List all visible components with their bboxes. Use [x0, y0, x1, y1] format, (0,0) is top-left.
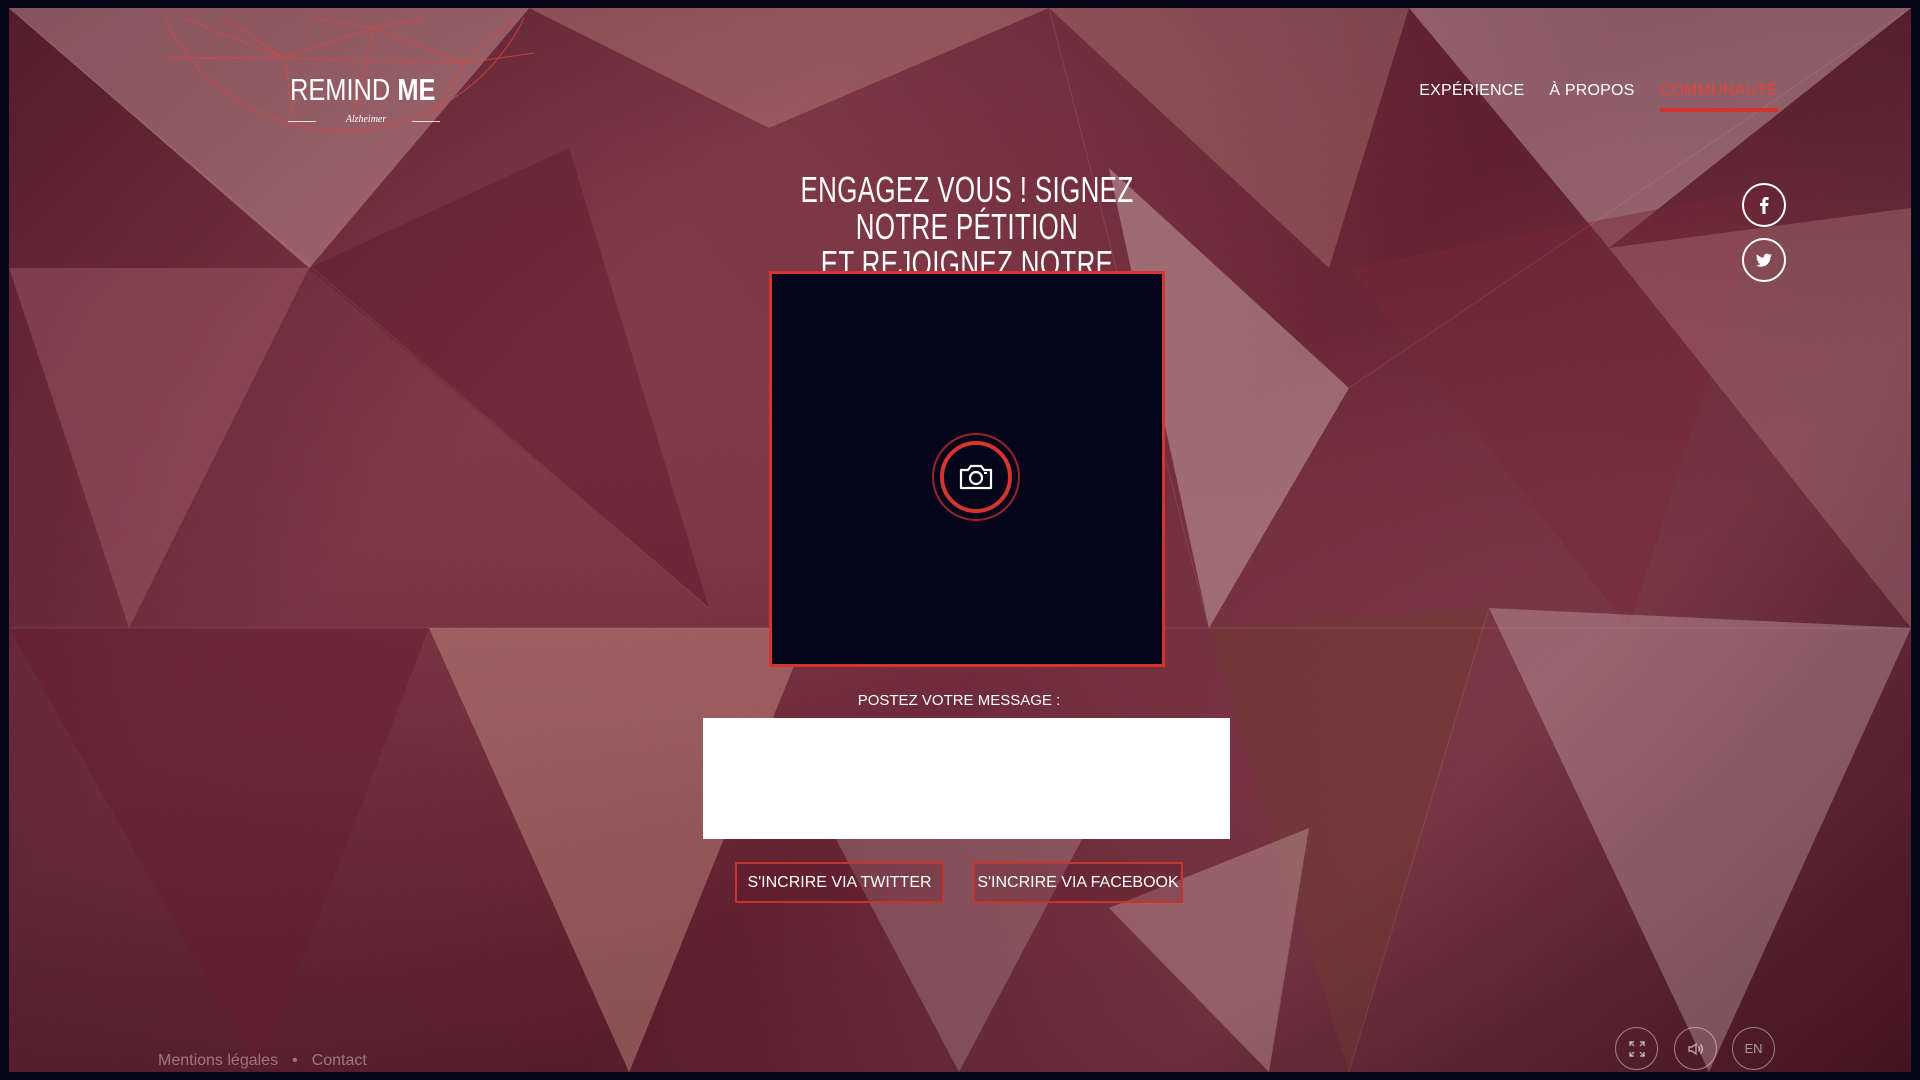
sound-icon [1687, 1042, 1703, 1055]
fullscreen-icon [1628, 1040, 1645, 1057]
nav-item-a-propos[interactable]: À PROPOS [1549, 82, 1634, 112]
nav-item-communaute[interactable]: COMMUNAUTÉ [1659, 82, 1778, 112]
footer-links: Mentions légales • Contact [158, 1052, 367, 1070]
camera-icon [959, 464, 993, 490]
camera-button-ring [940, 441, 1012, 513]
facebook-link[interactable] [1742, 183, 1786, 227]
logo-wordmark: REMIND ME [290, 72, 436, 107]
take-photo-button[interactable] [932, 433, 1020, 521]
legal-notice-link[interactable]: Mentions légales [158, 1052, 278, 1070]
facebook-icon [1760, 197, 1769, 214]
footer-separator: • [292, 1052, 298, 1069]
main-nav: EXPÉRIENCE À PROPOS COMMUNAUTÉ [1419, 82, 1778, 112]
message-input[interactable] [703, 718, 1230, 839]
logo-divider-right [412, 121, 440, 122]
twitter-link[interactable] [1742, 238, 1786, 282]
page-frame: REMIND ME Alzheimer EXPÉRIENCE À PROPOS … [9, 8, 1911, 1072]
sound-toggle-button[interactable] [1674, 1027, 1717, 1070]
twitter-icon [1756, 253, 1772, 267]
photo-capture-panel[interactable] [769, 271, 1165, 667]
language-switch-button[interactable]: EN [1732, 1027, 1775, 1070]
nav-item-experience[interactable]: EXPÉRIENCE [1419, 82, 1524, 112]
logo-subtitle: Alzheimer [345, 114, 387, 125]
page-title-line-1: ENGAGEZ VOUS ! SIGNEZ NOTRE PÉTITION [800, 169, 1134, 247]
signup-twitter-button[interactable]: S'INCRIRE VIA TWITTER [735, 862, 944, 903]
fullscreen-button[interactable] [1615, 1027, 1658, 1070]
message-label: POSTEZ VOTRE MESSAGE : [857, 692, 1061, 709]
signup-facebook-button[interactable]: S'INCRIRE VIA FACEBOOK [973, 862, 1183, 903]
logo[interactable]: REMIND ME Alzheimer [144, 8, 544, 138]
contact-link[interactable]: Contact [312, 1052, 367, 1070]
logo-divider-left [288, 121, 316, 122]
